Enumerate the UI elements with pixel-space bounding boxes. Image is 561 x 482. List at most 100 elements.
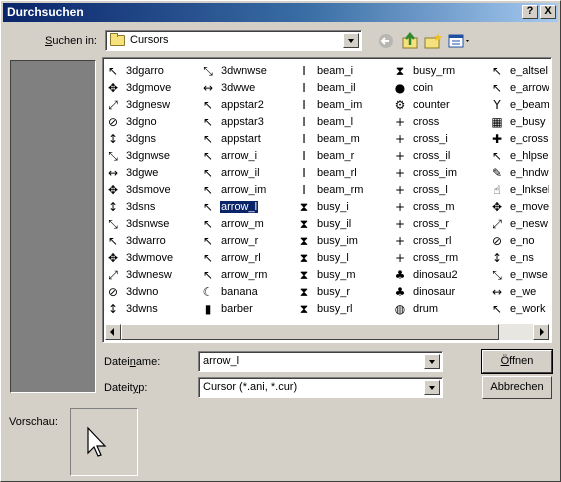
list-item[interactable]: ↖ arrow_rm bbox=[201, 267, 297, 284]
scroll-left-button[interactable] bbox=[105, 324, 121, 340]
list-item[interactable]: + cross_r bbox=[393, 216, 489, 233]
list-item[interactable]: ✚ e_cross bbox=[490, 131, 549, 148]
list-item[interactable]: Ibeam_r bbox=[297, 148, 393, 165]
list-item[interactable]: ♣ dinosau2 bbox=[393, 267, 489, 284]
list-item[interactable]: + cross_il bbox=[393, 148, 489, 165]
file-list[interactable]: ↖ 3dgarro ✥ 3dgmove ⤢ 3dgnesw ⊘ 3dgno ↕ 3dgns ⤡ 3dg… bbox=[102, 57, 552, 343]
list-item[interactable]: ↖ arrow_m bbox=[201, 216, 297, 233]
scroll-right-button[interactable] bbox=[533, 324, 549, 340]
list-item[interactable]: ⧗ busy_rl bbox=[297, 301, 393, 318]
list-item[interactable]: ⧗ busy_m bbox=[297, 267, 393, 284]
list-item[interactable]: ↖ appstart bbox=[201, 131, 297, 148]
list-item[interactable]: ↖ arrow_l bbox=[201, 199, 297, 216]
list-item[interactable]: ● coin bbox=[393, 80, 489, 97]
new-folder-button[interactable] bbox=[423, 32, 443, 50]
filename-combo[interactable]: arrow_l bbox=[198, 351, 443, 372]
cursor-file-icon: ✎ bbox=[491, 166, 503, 180]
list-item[interactable]: ✎ e_hndwrt bbox=[490, 165, 549, 182]
list-item[interactable]: ⊘ 3dgno bbox=[106, 114, 202, 131]
list-item[interactable]: ↔ 3dwwe bbox=[201, 80, 297, 97]
list-item[interactable]: ☾ banana bbox=[201, 284, 297, 301]
list-item[interactable]: + cross bbox=[393, 114, 489, 131]
list-item[interactable]: Ye_beam bbox=[490, 97, 549, 114]
list-item[interactable]: ↕ 3dsns bbox=[106, 199, 202, 216]
chevron-down-icon[interactable] bbox=[424, 354, 440, 369]
list-item[interactable]: ⊘ 3dwno bbox=[106, 284, 202, 301]
list-item[interactable]: ✥ 3dsmove bbox=[106, 182, 202, 199]
list-item[interactable]: + cross_rl bbox=[393, 233, 489, 250]
list-item[interactable]: ⚙ counter bbox=[393, 97, 489, 114]
list-item[interactable]: ↖ 3dgarro bbox=[106, 63, 202, 80]
lookin-combo[interactable]: Cursors bbox=[105, 30, 362, 51]
filename-input[interactable]: arrow_l bbox=[203, 355, 239, 367]
help-button[interactable]: ? bbox=[522, 5, 538, 19]
list-item[interactable]: Ibeam_rl bbox=[297, 165, 393, 182]
list-item[interactable]: ☝ e_lnksel bbox=[490, 182, 549, 199]
list-item[interactable]: ↕ e_ns bbox=[490, 250, 549, 267]
list-item[interactable]: ⤡ e_nwse bbox=[490, 267, 549, 284]
list-item[interactable]: ↖ arrow_r bbox=[201, 233, 297, 250]
list-item[interactable]: ⤡ 3dwnwse bbox=[201, 63, 297, 80]
list-item[interactable]: ↖ e_hlpsel bbox=[490, 148, 549, 165]
list-item[interactable]: ↖ e_altsel bbox=[490, 63, 549, 80]
list-item[interactable]: ↔ e_we bbox=[490, 284, 549, 301]
close-button[interactable]: X bbox=[540, 5, 556, 19]
list-item[interactable]: + cross_m bbox=[393, 199, 489, 216]
list-item[interactable]: ⧗ busy_r bbox=[297, 284, 393, 301]
list-item[interactable]: ↖ appstar3 bbox=[201, 114, 297, 131]
list-item[interactable]: Ibeam_rm bbox=[297, 182, 393, 199]
list-item[interactable]: ↖ e_arrow bbox=[490, 80, 549, 97]
list-item[interactable]: ⊘ e_no bbox=[490, 233, 549, 250]
title-bar[interactable]: Durchsuchen ? X bbox=[3, 3, 558, 22]
open-button[interactable]: Öffnen bbox=[481, 349, 553, 374]
list-item[interactable]: ↖ arrow_rl bbox=[201, 250, 297, 267]
list-item[interactable]: ↖ 3dwarro bbox=[106, 233, 202, 250]
list-item[interactable]: ◍ drum bbox=[393, 301, 489, 318]
view-menu-button[interactable] bbox=[447, 32, 473, 50]
list-item[interactable]: Ibeam_m bbox=[297, 131, 393, 148]
list-item[interactable]: ↖ e_work bbox=[490, 301, 549, 318]
horizontal-scrollbar[interactable] bbox=[105, 324, 549, 340]
up-folder-button[interactable] bbox=[401, 32, 421, 50]
list-item[interactable]: Ibeam_l bbox=[297, 114, 393, 131]
list-item[interactable]: ⧗ busy_l bbox=[297, 250, 393, 267]
file-name: cross_rm bbox=[413, 252, 459, 264]
list-item[interactable]: ⧗ busy_im bbox=[297, 233, 393, 250]
list-item[interactable]: ↖ appstar2 bbox=[201, 97, 297, 114]
list-item[interactable]: ✥ 3dgmove bbox=[106, 80, 202, 97]
list-item[interactable]: ↖ arrow_im bbox=[201, 182, 297, 199]
list-item[interactable]: + cross_im bbox=[393, 165, 489, 182]
list-item[interactable]: ↕ 3dgns bbox=[106, 131, 202, 148]
list-item[interactable]: ↖ arrow_i bbox=[201, 148, 297, 165]
list-item[interactable]: ⧗ busy_il bbox=[297, 216, 393, 233]
cancel-button[interactable]: Abbrechen bbox=[482, 376, 552, 399]
cursor-file-icon: + bbox=[394, 183, 406, 197]
list-item[interactable]: ⤡ 3dgnwse bbox=[106, 148, 202, 165]
list-item[interactable]: Ibeam_im bbox=[297, 97, 393, 114]
list-item[interactable]: Ibeam_i bbox=[297, 63, 393, 80]
list-item[interactable]: ⤡ 3dsnwse bbox=[106, 216, 202, 233]
list-item[interactable]: ⤢ 3dgnesw bbox=[106, 97, 202, 114]
list-item[interactable]: Ibeam_il bbox=[297, 80, 393, 97]
list-item[interactable]: + cross_i bbox=[393, 131, 489, 148]
list-item[interactable]: ✥ 3dwmove bbox=[106, 250, 202, 267]
back-button[interactable] bbox=[377, 32, 397, 50]
list-item[interactable]: + cross_rm bbox=[393, 250, 489, 267]
list-item[interactable]: ↖ arrow_il bbox=[201, 165, 297, 182]
chevron-down-icon[interactable] bbox=[343, 33, 359, 48]
places-bar[interactable] bbox=[10, 60, 96, 393]
list-item[interactable]: ⧗ busy_rm bbox=[393, 63, 489, 80]
list-item[interactable]: ↔ 3dgwe bbox=[106, 165, 202, 182]
scrollbar-thumb[interactable] bbox=[121, 324, 499, 340]
list-item[interactable]: ▮ barber bbox=[201, 301, 297, 318]
list-item[interactable]: ♣ dinosaur bbox=[393, 284, 489, 301]
chevron-down-icon[interactable] bbox=[424, 380, 440, 395]
list-item[interactable]: ⧗ busy_i bbox=[297, 199, 393, 216]
list-item[interactable]: ↕ 3dwns bbox=[106, 301, 202, 318]
list-item[interactable]: + cross_l bbox=[393, 182, 489, 199]
list-item[interactable]: ⤢ 3dwnesw bbox=[106, 267, 202, 284]
list-item[interactable]: ▦ e_busy bbox=[490, 114, 549, 131]
filetype-combo[interactable]: Cursor (*.ani, *.cur) bbox=[198, 377, 443, 398]
list-item[interactable]: ✥ e_move bbox=[490, 199, 549, 216]
list-item[interactable]: ⤢ e_nesw bbox=[490, 216, 549, 233]
